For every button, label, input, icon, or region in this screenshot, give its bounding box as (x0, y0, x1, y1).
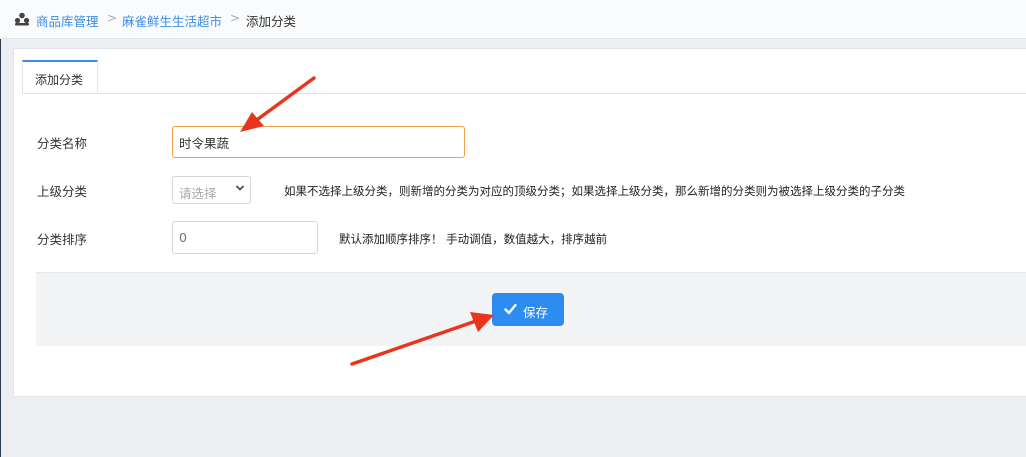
parent-category-select[interactable]: 请选择 (172, 176, 251, 204)
category-sort-input[interactable] (172, 221, 318, 254)
check-icon (504, 303, 517, 315)
category-name-input[interactable] (172, 126, 465, 158)
parent-category-selected: 请选择 (179, 186, 217, 201)
category-sort-hint: 默认添加顺序排序！ 手动调值，数值越大，排序越前 (339, 232, 608, 246)
parent-category-hint: 如果不选择上级分类，则新增的分类为对应的顶级分类；如果选择上级分类，那么新增的分… (284, 184, 905, 198)
tab-add-category[interactable]: 添加分类 (22, 60, 98, 93)
breadcrumb-link-product-library[interactable]: 商品库管理 (36, 11, 99, 30)
tab-label: 添加分类 (35, 73, 84, 87)
save-button[interactable]: 保存 (492, 293, 564, 326)
parent-category-label: 上级分类 (37, 184, 88, 199)
chevron-down-icon (235, 185, 245, 191)
breadcrumb-separator: > (230, 11, 241, 25)
left-sidebar-edge (0, 0, 1, 457)
breadcrumb: 商品库管理 > 麻雀鲜生生活超市 > 添加分类 (0, 0, 1026, 39)
save-button-label: 保存 (523, 305, 549, 320)
tab-divider (22, 93, 1026, 94)
users-icon (14, 12, 30, 26)
category-sort-label: 分类排序 (37, 232, 88, 247)
breadcrumb-separator: > (107, 11, 118, 25)
breadcrumb-current: 添加分类 (246, 14, 297, 29)
category-name-label: 分类名称 (37, 136, 88, 151)
breadcrumb-link-store[interactable]: 麻雀鲜生生活超市 (122, 11, 222, 30)
form-panel: 添加分类 分类名称 上级分类 请选择 如果不选择上级分类，则新增的分类为对应的顶… (13, 48, 1026, 397)
